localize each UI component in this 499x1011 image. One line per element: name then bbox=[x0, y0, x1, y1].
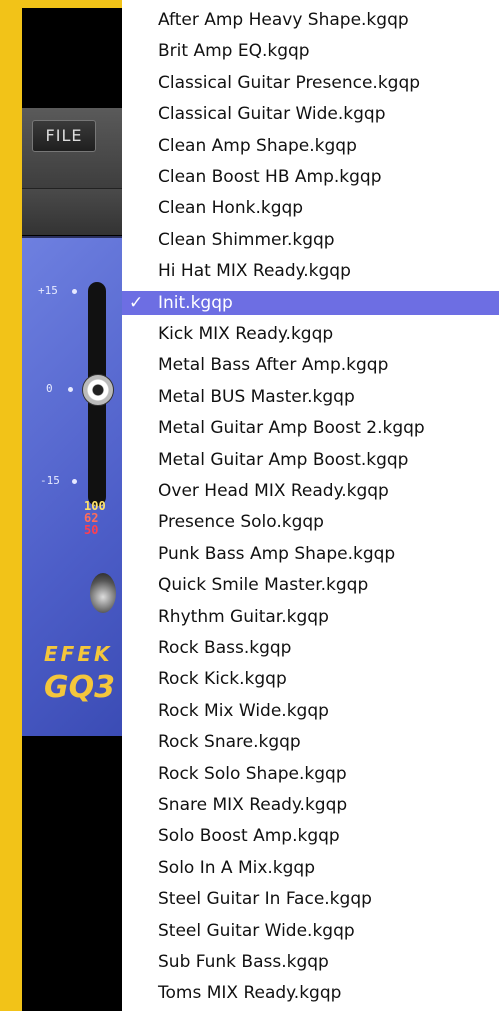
menu-item-label: Metal Guitar Amp Boost 2.kgqp bbox=[158, 418, 425, 439]
menu-item[interactable]: Rock Solo Shape.kgqp bbox=[122, 759, 499, 790]
menu-item-label: Clean Honk.kgqp bbox=[158, 198, 304, 219]
menu-item[interactable]: Classical Guitar Wide.kgqp bbox=[122, 99, 499, 130]
menu-item-label: Sub Funk Bass.kgqp bbox=[158, 952, 329, 972]
menu-item[interactable]: Punk Bass Amp Shape.kgqp bbox=[122, 539, 499, 570]
menu-item-label: Solo Boost Amp.kgqp bbox=[158, 826, 340, 847]
menu-item[interactable]: Classical Guitar Presence.kgqp bbox=[122, 68, 499, 99]
menu-item[interactable]: Brit Amp EQ.kgqp bbox=[122, 36, 499, 67]
menu-item-label: Clean Amp Shape.kgqp bbox=[158, 135, 357, 156]
plugin-window: FILE +15 0 -15 100 62 50 EFEK GQ3 bbox=[22, 0, 132, 1011]
menu-item[interactable]: Over Head MIX Ready.kgqp bbox=[122, 476, 499, 507]
menu-item[interactable]: Quick Smile Master.kgqp bbox=[122, 570, 499, 601]
menu-item-label: Clean Boost HB Amp.kgqp bbox=[158, 167, 382, 187]
menu-item[interactable]: Snare MIX Ready.kgqp bbox=[122, 790, 499, 821]
menu-item[interactable]: Clean Boost HB Amp.kgqp bbox=[122, 162, 499, 193]
menu-item[interactable]: Steel Guitar Wide.kgqp bbox=[122, 916, 499, 947]
menu-item-label: Rock Kick.kgqp bbox=[158, 669, 287, 690]
scale-bottom-label: -15 bbox=[40, 474, 60, 487]
menu-item-label: Metal Bass After Amp.kgqp bbox=[158, 355, 389, 376]
menu-item[interactable]: After Amp Heavy Shape.kgqp bbox=[122, 5, 499, 36]
menu-item[interactable]: Solo Boost Amp.kgqp bbox=[122, 821, 499, 852]
scale-bottom-dot bbox=[72, 479, 77, 484]
scale-top-label: +15 bbox=[38, 284, 58, 297]
menu-item-label: Quick Smile Master.kgqp bbox=[158, 575, 369, 596]
menu-item[interactable]: Hi Hat MIX Ready.kgqp bbox=[122, 256, 499, 287]
menu-item-label: Kick MIX Ready.kgqp bbox=[158, 324, 334, 344]
menu-item-label: Rock Solo Shape.kgqp bbox=[158, 763, 347, 784]
menu-item[interactable]: Toms MIX Ready.kgqp bbox=[122, 978, 499, 1009]
file-menu-button[interactable]: FILE bbox=[32, 120, 96, 152]
menu-item[interactable]: Metal BUS Master.kgqp bbox=[122, 382, 499, 413]
menu-item-label: Rhythm Guitar.kgqp bbox=[158, 606, 329, 627]
menu-item[interactable]: Rock Snare.kgqp bbox=[122, 727, 499, 758]
level-meter-readout: 100 62 50 bbox=[84, 500, 106, 536]
menu-item-label: Rock Mix Wide.kgqp bbox=[158, 700, 329, 721]
toggle-switch[interactable] bbox=[90, 573, 116, 613]
menu-item-label: Steel Guitar In Face.kgqp bbox=[158, 889, 372, 910]
menu-item[interactable]: Presence Solo.kgqp bbox=[122, 507, 499, 538]
gain-slider-knob[interactable] bbox=[82, 374, 114, 406]
menu-item[interactable]: Clean Honk.kgqp bbox=[122, 193, 499, 224]
eq-panel: +15 0 -15 100 62 50 EFEK GQ3 bbox=[22, 236, 132, 738]
menu-item-label: Init.kgqp bbox=[158, 292, 233, 313]
menu-item-label: Solo In A Mix.kgqp bbox=[158, 857, 316, 878]
menu-item[interactable]: Solo In A Mix.kgqp bbox=[122, 853, 499, 884]
menu-item[interactable]: Steel Guitar In Face.kgqp bbox=[122, 884, 499, 915]
menu-item[interactable]: Metal Guitar Amp Boost 2.kgqp bbox=[122, 413, 499, 444]
preset-bar bbox=[22, 188, 132, 235]
scale-mid-label: 0 bbox=[46, 382, 53, 395]
menu-item-label: Classical Guitar Wide.kgqp bbox=[158, 104, 386, 125]
menu-item[interactable]: Rhythm Guitar.kgqp bbox=[122, 602, 499, 633]
menu-item[interactable]: Clean Shimmer.kgqp bbox=[122, 225, 499, 256]
menu-item[interactable]: Rock Kick.kgqp bbox=[122, 664, 499, 695]
menu-item-label: Over Head MIX Ready.kgqp bbox=[158, 481, 389, 501]
menu-item-label: Clean Shimmer.kgqp bbox=[158, 229, 335, 250]
meter-value-3: 50 bbox=[84, 523, 99, 537]
menu-item[interactable]: Metal Guitar Amp Boost.kgqp bbox=[122, 445, 499, 476]
menu-item-selected[interactable]: ✓ Init.kgqp bbox=[122, 290, 499, 315]
menu-item[interactable]: Kick MIX Ready.kgqp bbox=[122, 319, 499, 350]
menu-item-label: Snare MIX Ready.kgqp bbox=[158, 795, 348, 815]
model-logo: GQ3 bbox=[44, 670, 116, 705]
menu-item-label: Metal Guitar Amp Boost.kgqp bbox=[158, 449, 409, 470]
brand-logo: EFEK bbox=[44, 642, 113, 666]
preset-dropdown-menu: After Amp Heavy Shape.kgqp Brit Amp EQ.kg… bbox=[122, 0, 499, 1011]
menu-item-label: Metal BUS Master.kgqp bbox=[158, 386, 355, 407]
menu-item-label: Presence Solo.kgqp bbox=[158, 512, 324, 533]
plugin-bottom bbox=[22, 736, 132, 1011]
menu-item[interactable]: Clean Amp Shape.kgqp bbox=[122, 131, 499, 162]
menu-item-label: Brit Amp EQ.kgqp bbox=[158, 41, 310, 62]
scale-mid-dot bbox=[68, 387, 73, 392]
menu-item-label: Classical Guitar Presence.kgqp bbox=[158, 72, 421, 93]
menu-item-label: After Amp Heavy Shape.kgqp bbox=[158, 10, 409, 30]
menu-item[interactable]: Rock Mix Wide.kgqp bbox=[122, 696, 499, 727]
scale-top-dot bbox=[72, 289, 77, 294]
menu-item[interactable]: Rock Bass.kgqp bbox=[122, 633, 499, 664]
menu-item-label: Toms MIX Ready.kgqp bbox=[158, 983, 342, 1004]
window-top-strip bbox=[22, 0, 132, 8]
menu-item-label: Rock Snare.kgqp bbox=[158, 732, 301, 753]
menu-item-label: Rock Bass.kgqp bbox=[158, 638, 292, 658]
menu-item-label: Hi Hat MIX Ready.kgqp bbox=[158, 261, 351, 282]
menu-item-label: Steel Guitar Wide.kgqp bbox=[158, 920, 355, 941]
menu-item-label: Punk Bass Amp Shape.kgqp bbox=[158, 543, 396, 564]
menu-item[interactable]: Metal Bass After Amp.kgqp bbox=[122, 350, 499, 381]
menu-item[interactable]: Sub Funk Bass.kgqp bbox=[122, 947, 499, 978]
checkmark-icon: ✓ bbox=[129, 292, 144, 313]
